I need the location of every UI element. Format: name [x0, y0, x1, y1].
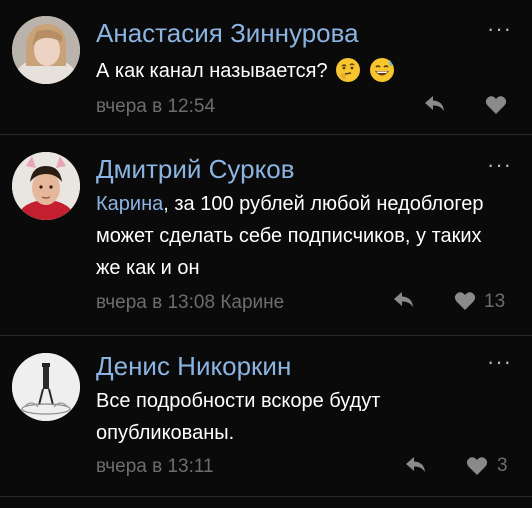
- grinning-sweat-emoji: [369, 58, 394, 82]
- avatar[interactable]: [12, 353, 80, 421]
- reply-icon[interactable]: [424, 94, 446, 114]
- comment-timestamp: вчера в 12:54: [96, 96, 216, 117]
- avatar[interactable]: [12, 152, 80, 220]
- author-name[interactable]: Дмитрий Сурков: [96, 154, 295, 185]
- comments-list: Анастасия Зиннурова ··· А как канал назы…: [0, 0, 532, 508]
- author-name[interactable]: Анастасия Зиннурова: [96, 18, 359, 49]
- mention-link[interactable]: Карина: [96, 193, 163, 215]
- more-options-icon[interactable]: ···: [487, 351, 512, 373]
- comment-timestamp: вчера в 13:11: [96, 456, 214, 477]
- comment-text-body: А как канал называется?: [96, 60, 328, 82]
- like-count: 13: [484, 291, 506, 312]
- thinking-face-emoji: [336, 58, 361, 82]
- comment-item: Денис Никоркин ··· Все подробности вскор…: [0, 337, 532, 497]
- comment-text: Все подробности вскоре будут опубликован…: [96, 390, 381, 444]
- heart-icon[interactable]: [466, 456, 488, 476]
- heart-icon[interactable]: [454, 291, 476, 311]
- reply-icon[interactable]: [393, 290, 415, 310]
- comment-item: Дмитрий Сурков ··· Карина, за 100 рублей…: [0, 136, 532, 336]
- heart-icon[interactable]: [485, 95, 507, 115]
- more-options-icon[interactable]: ···: [487, 18, 512, 40]
- reply-icon[interactable]: [405, 455, 427, 475]
- comment-timestamp: вчера в 13:08 Карине: [96, 292, 285, 313]
- comment-text: А как канал называется?: [96, 55, 492, 87]
- author-name[interactable]: Денис Никоркин: [96, 351, 291, 382]
- avatar[interactable]: [12, 16, 80, 84]
- more-options-icon[interactable]: ···: [487, 154, 512, 176]
- comment-item: Анастасия Зиннурова ··· А как канал назы…: [0, 0, 532, 135]
- comment-text: Карина, за 100 рублей любой недоблогер м…: [96, 188, 492, 284]
- like-count: 3: [497, 455, 508, 476]
